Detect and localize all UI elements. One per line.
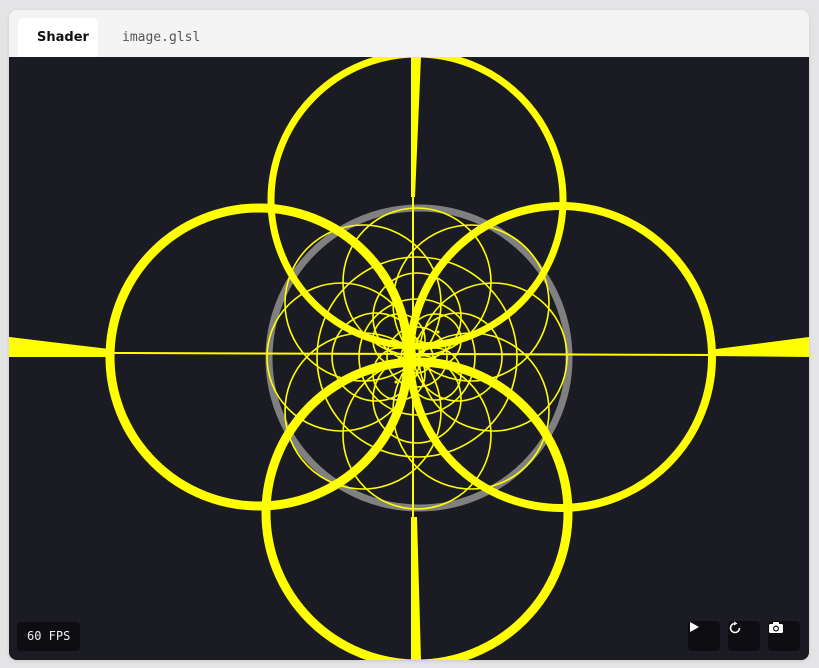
restart-button[interactable] (728, 621, 760, 651)
screenshot-button[interactable] (768, 621, 800, 651)
tab-image-glsl[interactable]: image.glsl (103, 18, 219, 57)
shader-render (9, 57, 809, 660)
shader-canvas[interactable]: 60 FPS (9, 57, 809, 660)
camera-icon (769, 622, 783, 633)
tab-shader[interactable]: Shader (18, 18, 98, 57)
restart-icon (729, 621, 741, 634)
fps-counter: 60 FPS (17, 622, 81, 651)
tab-bar: Shader image.glsl (9, 10, 809, 57)
play-icon (690, 622, 699, 632)
play-button[interactable] (688, 621, 720, 651)
shader-panel: Shader image.glsl 60 FPS (9, 10, 809, 660)
